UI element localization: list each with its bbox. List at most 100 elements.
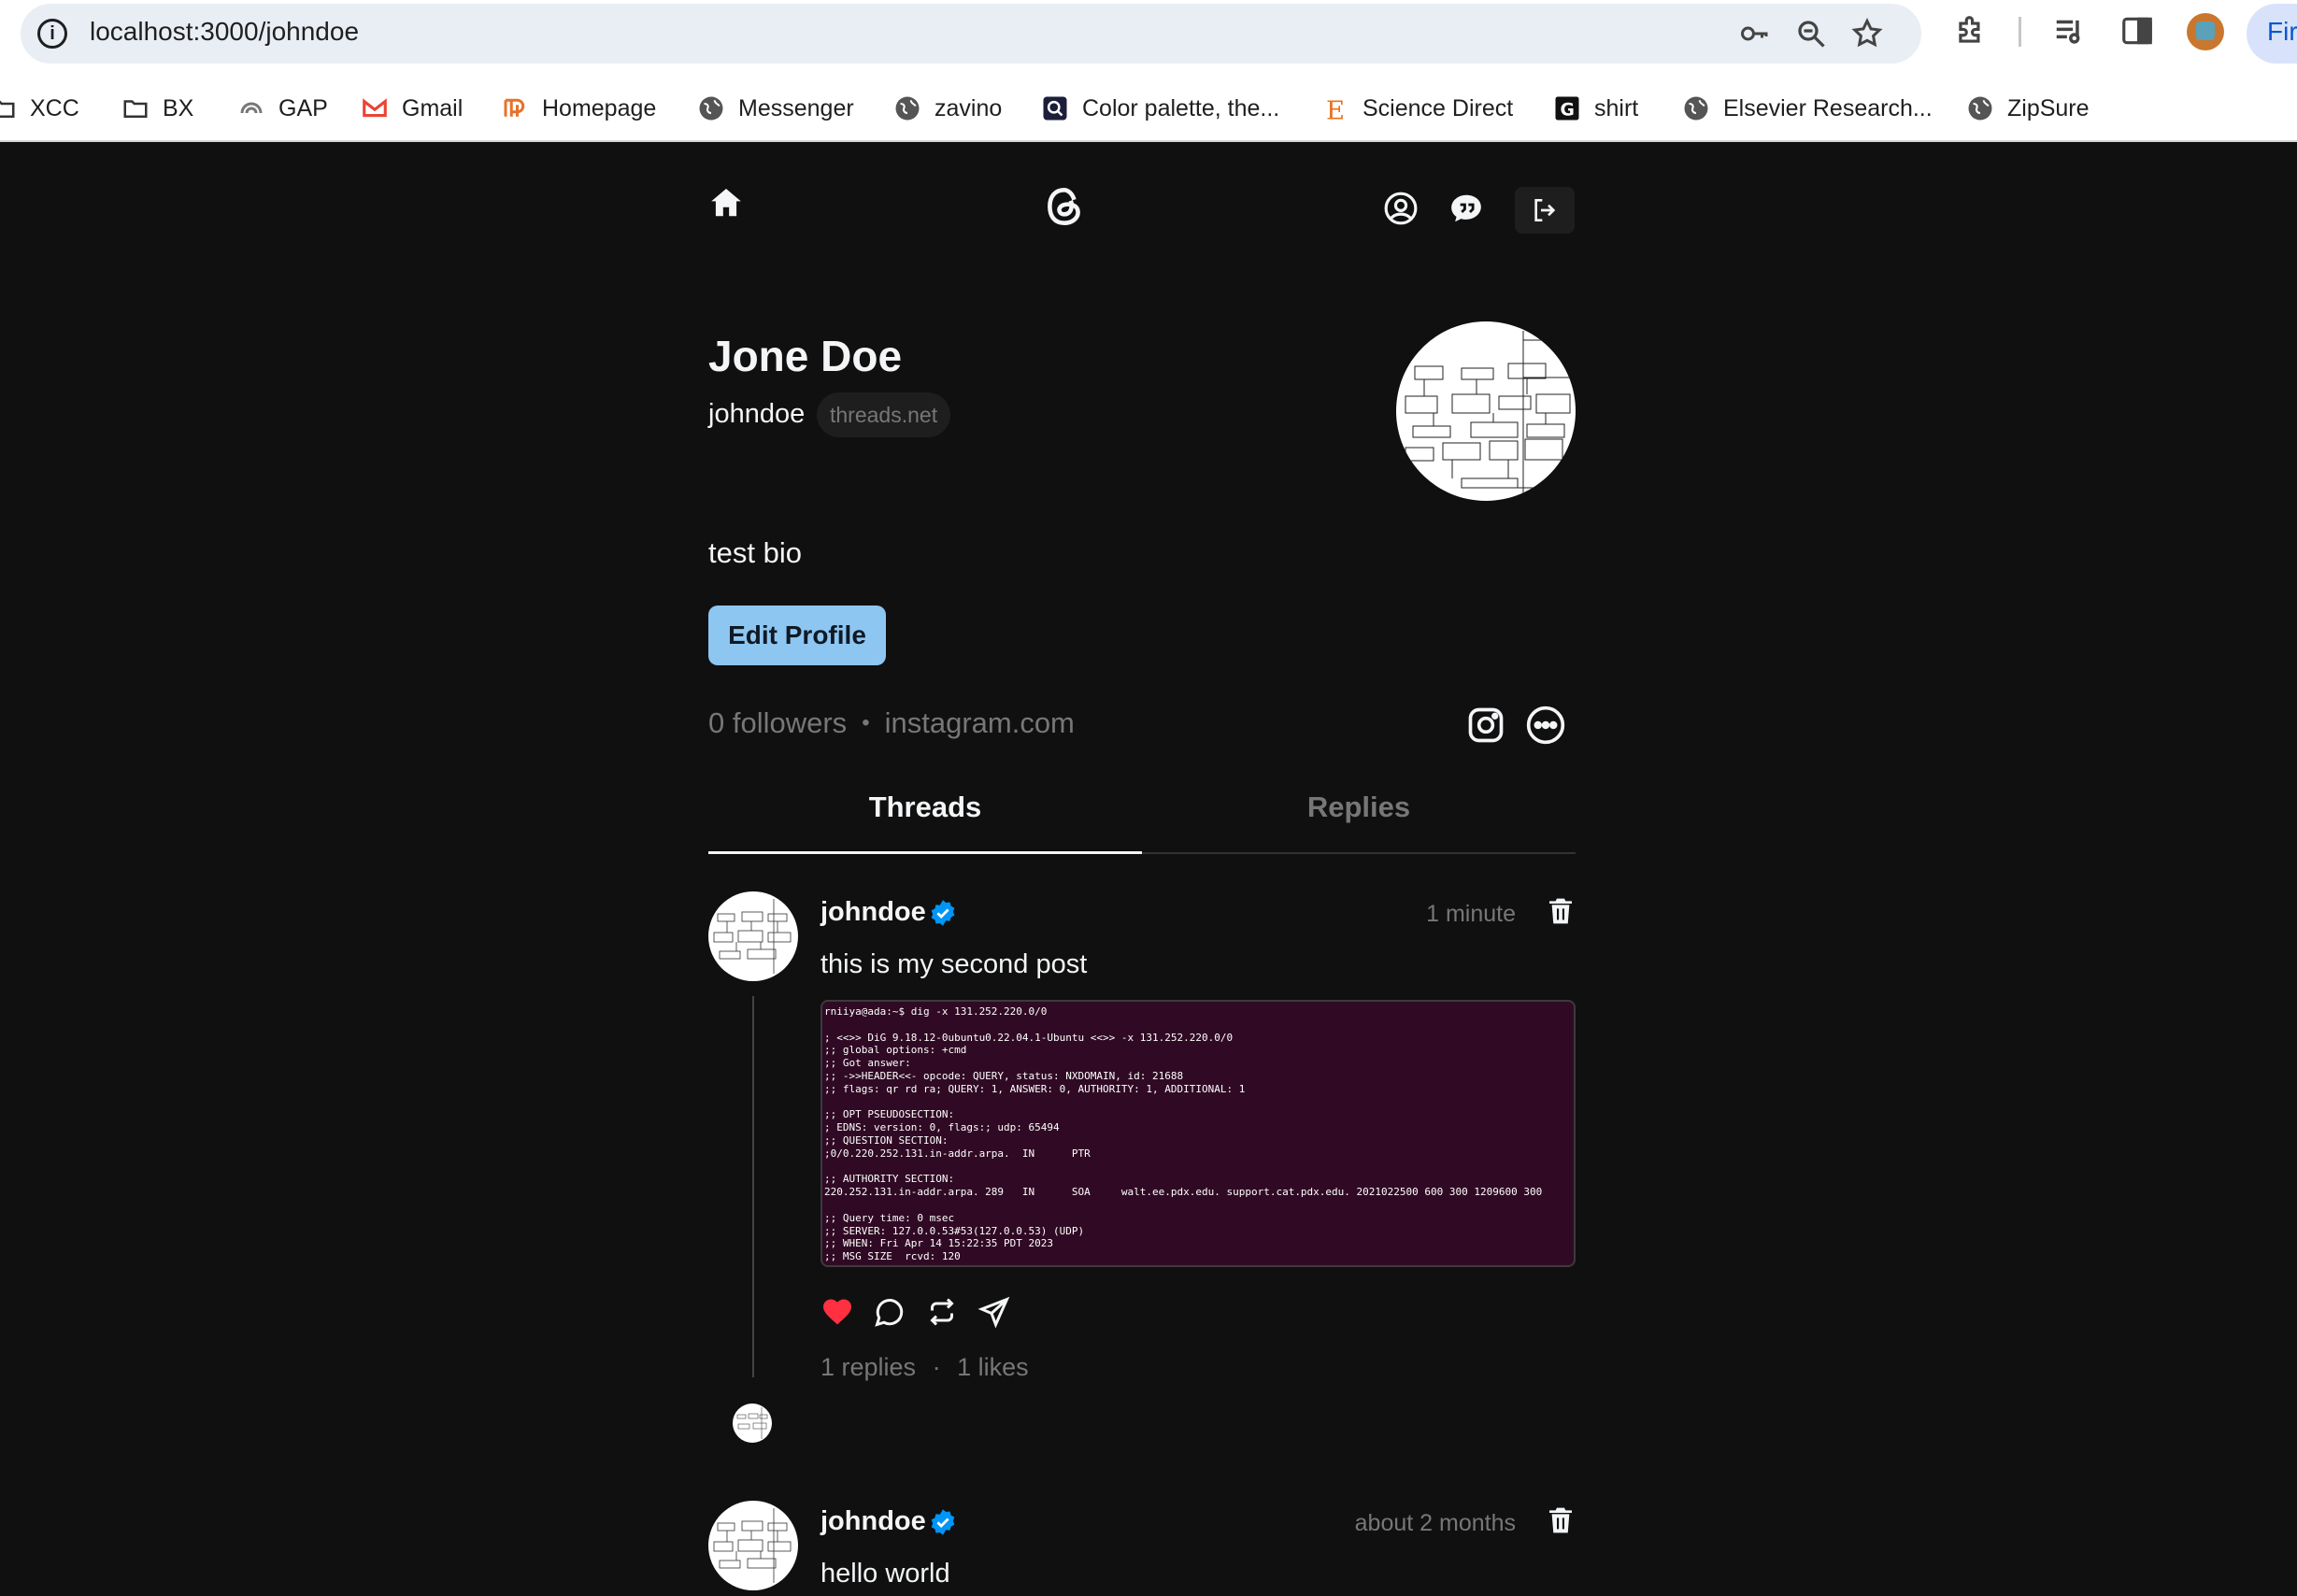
post-avatar[interactable] xyxy=(708,1501,798,1590)
domain-badge: threads.net xyxy=(817,392,951,437)
zoom-icon[interactable] xyxy=(1794,17,1828,50)
counts-separator: · xyxy=(932,1353,941,1381)
bookmark-shirt[interactable]: G shirt xyxy=(1553,86,1638,131)
thread-post: johndoe 1 minute this is my second post … xyxy=(708,891,1576,1452)
bookmark-color-palette[interactable]: Color palette, the... xyxy=(1041,86,1279,131)
profile-name: Jone Doe xyxy=(708,332,903,380)
bookmark-label: Gmail xyxy=(402,94,464,121)
bookmark-gmail[interactable]: Gmail xyxy=(361,86,463,131)
diagram-thumbnail xyxy=(713,899,792,974)
bookmark-label: Homepage xyxy=(542,94,657,121)
svg-text:E: E xyxy=(1326,95,1345,122)
tab-replies[interactable]: Replies xyxy=(1142,783,1576,854)
home-icon[interactable] xyxy=(708,185,744,221)
repost-icon[interactable] xyxy=(925,1295,959,1329)
bookmark-zavino[interactable]: zavino xyxy=(893,86,1002,131)
bookmark-star-icon[interactable] xyxy=(1850,17,1884,50)
url-text[interactable]: localhost:3000/johndoe xyxy=(90,17,359,47)
bookmark-bx[interactable]: BX xyxy=(121,86,193,131)
bookmark-gap[interactable]: GAP xyxy=(237,86,328,131)
toolbar-separator xyxy=(2019,17,2021,47)
palette-site-icon xyxy=(1043,96,1067,121)
browser-chrome: i localhost:3000/johndoe Fir XCC BX GAP … xyxy=(0,0,2297,142)
bookmark-label: BX xyxy=(163,94,194,121)
key-icon[interactable] xyxy=(1738,17,1772,50)
folder-icon xyxy=(0,100,15,118)
bookmark-label: GAP xyxy=(278,94,328,121)
bookmark-label: XCC xyxy=(30,94,79,121)
threads-logo-icon[interactable] xyxy=(1041,183,1088,230)
side-panel-icon[interactable] xyxy=(2119,13,2155,49)
logout-icon xyxy=(1534,199,1556,221)
bookmark-label: shirt xyxy=(1594,94,1639,121)
bookmark-science-direct[interactable]: E Science Direct xyxy=(1321,86,1513,131)
bookmark-zipsure[interactable]: ZipSure xyxy=(1966,86,2090,131)
heart-icon[interactable] xyxy=(820,1295,854,1329)
bookmark-label: Elsevier Research... xyxy=(1723,94,1933,121)
comment-icon[interactable] xyxy=(873,1295,906,1329)
logout-button[interactable] xyxy=(1515,187,1575,234)
share-icon[interactable] xyxy=(977,1295,1011,1329)
post-username[interactable]: johndoe xyxy=(820,897,926,928)
trash-icon[interactable] xyxy=(1546,1504,1576,1536)
followers-count[interactable]: 0 followers xyxy=(708,706,847,740)
diagram-thumbnail xyxy=(713,1508,792,1583)
browser-edge-button[interactable]: Fir xyxy=(2247,4,2297,64)
site-info-icon[interactable]: i xyxy=(37,19,67,49)
reply-avatar[interactable] xyxy=(733,1404,772,1443)
bookmark-label: Color palette, the... xyxy=(1082,94,1280,121)
post-image[interactable]: rniiya@ada:~$ dig -x 131.252.220.0/0 ; <… xyxy=(820,1000,1576,1267)
chat-bubble-icon[interactable] xyxy=(1448,191,1484,226)
more-options-icon[interactable] xyxy=(1525,705,1566,746)
post-counts: 1 replies · 1 likes xyxy=(820,1353,1029,1382)
trash-icon[interactable] xyxy=(1546,895,1576,927)
browser-profile-avatar[interactable] xyxy=(2187,13,2224,50)
likes-count[interactable]: 1 likes xyxy=(957,1353,1029,1381)
globe-icon xyxy=(699,96,723,121)
verified-badge-icon xyxy=(931,900,955,926)
globe-icon xyxy=(1684,96,1708,121)
stats-separator: • xyxy=(862,710,870,735)
extensions-icon[interactable] xyxy=(1953,13,1989,49)
profile-link[interactable]: instagram.com xyxy=(885,706,1075,740)
bookmark-label: Science Direct xyxy=(1363,94,1514,121)
profile-stats: 0 followers • instagram.com xyxy=(708,706,1075,740)
user-circle-icon[interactable] xyxy=(1383,191,1419,226)
diagram-thumbnail xyxy=(1405,331,1576,499)
bookmark-label: ZipSure xyxy=(2007,94,2090,121)
bookmark-messenger[interactable]: Messenger xyxy=(697,86,854,131)
bookmark-homepage[interactable]: Homepage xyxy=(501,86,656,131)
post-timestamp: 1 minute xyxy=(1426,901,1516,927)
bookmark-elsevier-research[interactable]: Elsevier Research... xyxy=(1682,86,1933,131)
instagram-icon[interactable] xyxy=(1465,705,1506,746)
replies-count[interactable]: 1 replies xyxy=(820,1353,916,1381)
tab-threads[interactable]: Threads xyxy=(708,783,1142,854)
globe-icon xyxy=(1968,96,1992,121)
address-bar[interactable]: i localhost:3000/johndoe xyxy=(21,4,1921,64)
bookmark-xcc[interactable]: XCC xyxy=(0,86,79,131)
bookmark-label: Messenger xyxy=(738,94,854,121)
threads-profile-page: Jone Doe johndoe threads.net test bio Ed… xyxy=(0,142,2297,1596)
post-timestamp: about 2 months xyxy=(1354,1510,1516,1536)
edit-profile-button[interactable]: Edit Profile xyxy=(708,606,886,665)
homepage-icon xyxy=(504,98,525,117)
post-avatar[interactable] xyxy=(708,891,798,981)
folder-icon xyxy=(123,100,148,118)
post-text: hello world xyxy=(820,1559,950,1589)
post-username[interactable]: johndoe xyxy=(820,1506,926,1537)
bookmarks-bar: XCC BX GAP Gmail Homepage Messenger zavi… xyxy=(0,86,2297,131)
svg-text:G: G xyxy=(1561,101,1575,121)
media-controls-icon[interactable] xyxy=(2052,13,2088,49)
elsevier-e-icon: E xyxy=(1326,95,1345,122)
terminal-output: rniiya@ada:~$ dig -x 131.252.220.0/0 ; <… xyxy=(824,1005,1543,1263)
thread-line xyxy=(752,996,754,1377)
bookmark-label: zavino xyxy=(934,94,1003,121)
gap-icon xyxy=(240,102,263,114)
profile-tabs: Threads Replies xyxy=(708,783,1576,854)
profile-username: johndoe xyxy=(708,399,806,429)
gmail-icon xyxy=(363,98,387,118)
profile-avatar[interactable] xyxy=(1396,321,1576,501)
globe-icon xyxy=(895,96,920,121)
g-site-icon: G xyxy=(1555,96,1579,121)
thread-post: johndoe about 2 months hello world xyxy=(708,1501,1576,1596)
